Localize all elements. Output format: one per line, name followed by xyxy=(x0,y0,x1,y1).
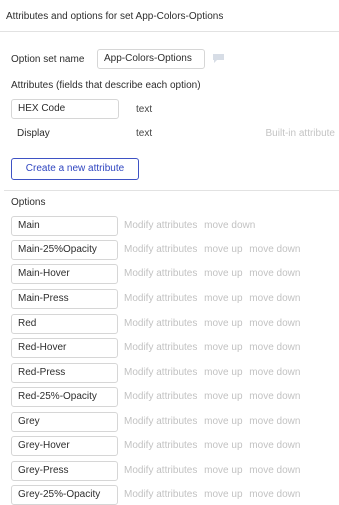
section-divider xyxy=(4,190,339,191)
option-name-field[interactable]: Main xyxy=(11,216,118,236)
modify-attributes-link[interactable]: Modify attributes xyxy=(124,220,197,231)
option-name-field[interactable]: Red-25%-Opacity xyxy=(11,387,118,407)
move-up-link[interactable]: move up xyxy=(204,318,242,329)
modify-attributes-link[interactable]: Modify attributes xyxy=(124,440,197,451)
move-down-link[interactable]: move down xyxy=(249,342,300,353)
modify-attributes-link[interactable]: Modify attributes xyxy=(124,391,197,402)
option-actions: Modify attributes move up move down xyxy=(124,465,304,476)
move-down-link[interactable]: move down xyxy=(204,220,255,231)
option-row: Main-Hover Modify attributes move up mov… xyxy=(0,264,339,284)
option-name-field[interactable]: Main-25%Opacity xyxy=(11,240,118,260)
modify-attributes-link[interactable]: Modify attributes xyxy=(124,293,197,304)
option-row: Red-25%-Opacity Modify attributes move u… xyxy=(0,387,339,407)
move-up-link[interactable]: move up xyxy=(204,293,242,304)
option-row: Grey-25%-Opacity Modify attributes move … xyxy=(0,485,339,505)
move-up-link[interactable]: move up xyxy=(204,465,242,476)
option-name-field[interactable]: Main-Hover xyxy=(11,264,118,284)
option-row: Main-25%Opacity Modify attributes move u… xyxy=(0,240,339,260)
move-down-link[interactable]: move down xyxy=(249,416,300,427)
move-down-link[interactable]: move down xyxy=(249,465,300,476)
modify-attributes-link[interactable]: Modify attributes xyxy=(124,244,197,255)
option-name-field[interactable]: Red-Hover xyxy=(11,338,118,358)
modify-attributes-link[interactable]: Modify attributes xyxy=(124,318,197,329)
option-row: Main-Press Modify attributes move up mov… xyxy=(0,289,339,309)
option-actions: Modify attributes move up move down xyxy=(124,244,304,255)
option-row: Red Modify attributes move up move down xyxy=(0,314,339,334)
create-attribute-button[interactable]: Create a new attribute xyxy=(11,158,139,180)
move-down-link[interactable]: move down xyxy=(249,318,300,329)
move-up-link[interactable]: move up xyxy=(204,244,242,255)
move-down-link[interactable]: move down xyxy=(249,268,300,279)
move-up-link[interactable]: move up xyxy=(204,268,242,279)
option-set-name-input[interactable]: App-Colors-Options xyxy=(97,49,205,69)
modify-attributes-link[interactable]: Modify attributes xyxy=(124,489,197,500)
option-actions: Modify attributes move up move down xyxy=(124,416,304,427)
option-actions: Modify attributes move up move down xyxy=(124,268,304,279)
move-up-link[interactable]: move up xyxy=(204,367,242,378)
option-row: Grey-Hover Modify attributes move up mov… xyxy=(0,436,339,456)
move-down-link[interactable]: move down xyxy=(249,489,300,500)
option-name-field[interactable]: Grey-25%-Opacity xyxy=(11,485,118,505)
move-up-link[interactable]: move up xyxy=(204,489,242,500)
modify-attributes-link[interactable]: Modify attributes xyxy=(124,465,197,476)
modify-attributes-link[interactable]: Modify attributes xyxy=(124,367,197,378)
option-actions: Modify attributes move up move down xyxy=(124,318,304,329)
move-down-link[interactable]: move down xyxy=(249,244,300,255)
move-down-link[interactable]: move down xyxy=(249,367,300,378)
move-up-link[interactable]: move up xyxy=(204,391,242,402)
move-down-link[interactable]: move down xyxy=(249,391,300,402)
move-down-link[interactable]: move down xyxy=(249,440,300,451)
comment-icon[interactable] xyxy=(212,53,225,64)
modify-attributes-link[interactable]: Modify attributes xyxy=(124,416,197,427)
options-heading: Options xyxy=(11,197,46,208)
option-actions: Modify attributes move up move down xyxy=(124,489,304,500)
modify-attributes-link[interactable]: Modify attributes xyxy=(124,268,197,279)
option-row: Grey Modify attributes move up move down xyxy=(0,412,339,432)
option-set-name-label: Option set name xyxy=(11,54,85,65)
attribute-type: text xyxy=(136,128,153,139)
option-row: Main Modify attributes move down xyxy=(0,216,339,236)
option-actions: Modify attributes move up move down xyxy=(124,293,304,304)
option-row: Grey-Press Modify attributes move up mov… xyxy=(0,461,339,481)
attribute-name-static: Display xyxy=(17,128,50,139)
panel-title: Attributes and options for set App-Color… xyxy=(6,11,224,22)
option-actions: Modify attributes move up move down xyxy=(124,342,304,353)
move-down-link[interactable]: move down xyxy=(249,293,300,304)
option-actions: Modify attributes move down xyxy=(124,220,259,231)
option-name-field[interactable]: Main-Press xyxy=(11,289,118,309)
option-actions: Modify attributes move up move down xyxy=(124,440,304,451)
modify-attributes-link[interactable]: Modify attributes xyxy=(124,342,197,353)
attribute-name-field[interactable]: HEX Code xyxy=(11,99,119,119)
option-name-field[interactable]: Grey xyxy=(11,412,118,432)
option-row: Red-Hover Modify attributes move up move… xyxy=(0,338,339,358)
option-actions: Modify attributes move up move down xyxy=(124,391,304,402)
header-divider xyxy=(0,31,339,32)
option-name-field[interactable]: Grey-Hover xyxy=(11,436,118,456)
move-up-link[interactable]: move up xyxy=(204,440,242,451)
built-in-attribute-note: Built-in attribute xyxy=(265,128,335,139)
option-name-field[interactable]: Grey-Press xyxy=(11,461,118,481)
option-row: Red-Press Modify attributes move up move… xyxy=(0,363,339,383)
option-name-field[interactable]: Red-Press xyxy=(11,363,118,383)
option-actions: Modify attributes move up move down xyxy=(124,367,304,378)
move-up-link[interactable]: move up xyxy=(204,342,242,353)
option-name-field[interactable]: Red xyxy=(11,314,118,334)
move-up-link[interactable]: move up xyxy=(204,416,242,427)
attribute-type: text xyxy=(136,104,153,115)
attributes-heading: Attributes (fields that describe each op… xyxy=(11,80,201,91)
